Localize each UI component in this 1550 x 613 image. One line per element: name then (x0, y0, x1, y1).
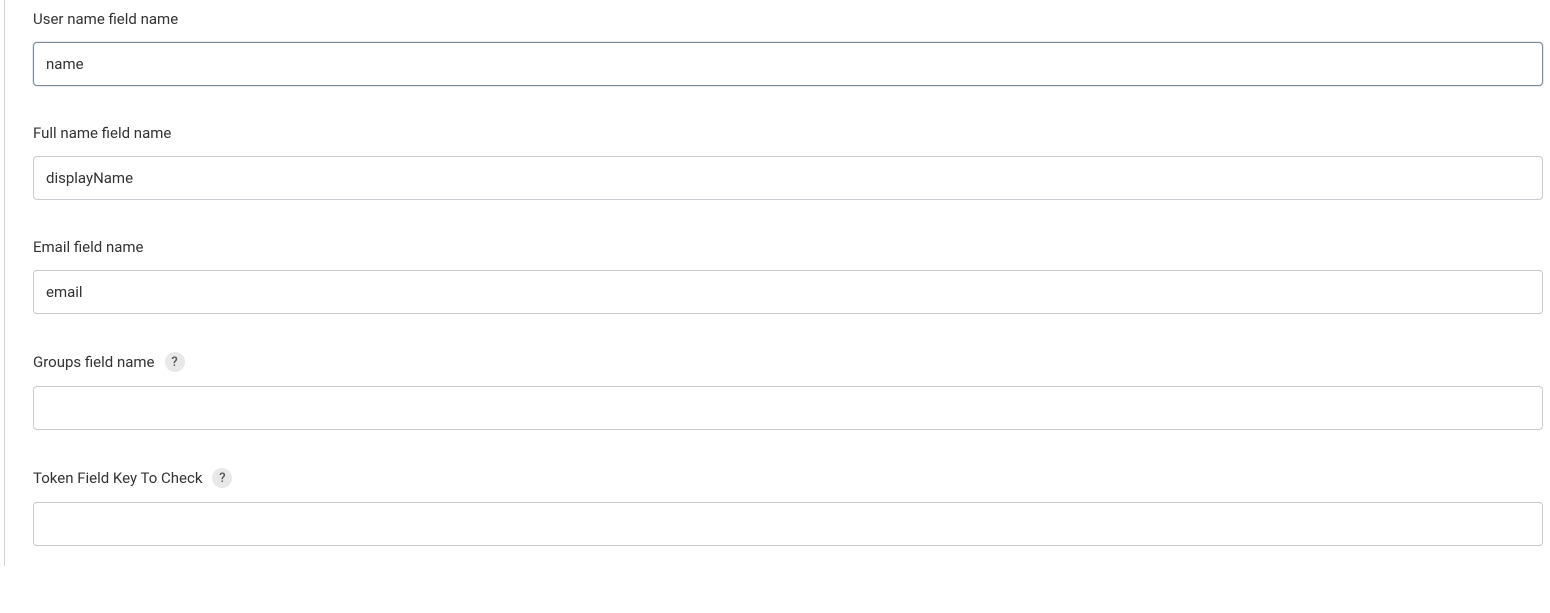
form-group-token-key: Token Field Key To Check ? (33, 468, 1550, 546)
form-group-groups: Groups field name ? (33, 352, 1550, 430)
email-input[interactable] (33, 270, 1543, 314)
groups-input[interactable] (33, 386, 1543, 430)
groups-label: Groups field name (33, 353, 155, 371)
form-section: User name field name Full name field nam… (4, 0, 1550, 566)
label-row: User name field name (33, 10, 1550, 28)
token-key-input[interactable] (33, 502, 1543, 546)
form-group-email: Email field name (33, 238, 1550, 314)
label-row: Token Field Key To Check ? (33, 468, 1550, 488)
label-row: Groups field name ? (33, 352, 1550, 372)
fullname-label: Full name field name (33, 124, 171, 142)
form-group-fullname: Full name field name (33, 124, 1550, 200)
label-row: Full name field name (33, 124, 1550, 142)
fullname-input[interactable] (33, 156, 1543, 200)
token-key-label: Token Field Key To Check (33, 469, 202, 487)
email-label: Email field name (33, 238, 144, 256)
label-row: Email field name (33, 238, 1550, 256)
username-input[interactable] (33, 42, 1543, 86)
help-icon[interactable]: ? (212, 468, 232, 488)
username-label: User name field name (33, 10, 178, 28)
form-group-username: User name field name (33, 10, 1550, 86)
help-icon[interactable]: ? (165, 352, 185, 372)
